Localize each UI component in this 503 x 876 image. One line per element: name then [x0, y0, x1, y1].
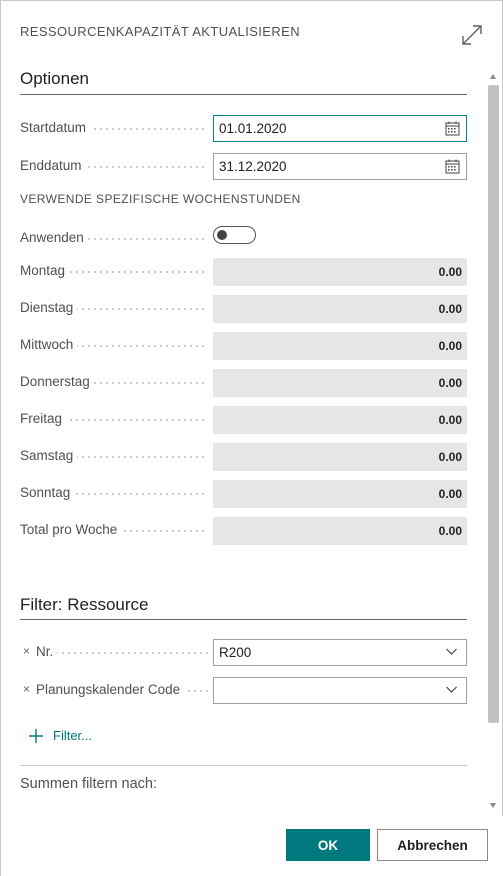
add-filter-label: Filter...: [53, 728, 93, 743]
weekday-row: Donnerstag 0.00: [20, 369, 467, 397]
weekday-hours-value: 0.00: [213, 406, 467, 434]
weekday-label: Dienstag: [20, 300, 78, 315]
weekday-label: Freitag: [20, 411, 67, 426]
scrollbar-thumb[interactable]: [488, 85, 499, 723]
apply-toggle[interactable]: [213, 226, 256, 244]
weekday-row: Freitag 0.00: [20, 406, 467, 434]
end-date-value: 31.12.2020: [219, 159, 287, 174]
end-date-label: Enddatum: [20, 158, 86, 173]
weekday-label: Montag: [20, 263, 70, 278]
weekday-label: Mittwoch: [20, 337, 78, 352]
options-heading[interactable]: Optionen: [20, 69, 89, 89]
weekday-hours-value: 0.00: [213, 332, 467, 360]
weekday-label: Samstag: [20, 448, 78, 463]
weekday-hours-value: 0.00: [213, 369, 467, 397]
start-date-label: Startdatum: [20, 120, 91, 135]
apply-row: Anwenden: [20, 225, 467, 251]
weekday-row: Sonntag 0.00: [20, 480, 467, 508]
weekday-hours-value: 0.00: [213, 443, 467, 471]
weekday-label: Sonntag: [20, 485, 75, 500]
apply-label: Anwenden: [20, 230, 88, 245]
weekday-hours-value: 0.00: [213, 295, 467, 323]
totals-filter-label[interactable]: Summen filtern nach:: [20, 776, 157, 792]
filter-divider: [20, 619, 467, 620]
cancel-button[interactable]: Abbrechen: [377, 829, 488, 861]
filter-value-nr: R200: [219, 645, 252, 660]
options-divider: [20, 94, 467, 95]
scroll-up-arrow[interactable]: [490, 74, 496, 79]
weekday-row: Montag 0.00: [20, 258, 467, 286]
weekday-row: Mittwoch 0.00: [20, 332, 467, 360]
filter-input-calendar-code[interactable]: [213, 677, 467, 704]
weekday-hours-value: 0.00: [213, 517, 467, 545]
calendar-icon[interactable]: [445, 121, 460, 136]
ok-button[interactable]: OK: [286, 829, 370, 861]
end-date-input[interactable]: 31.12.2020: [213, 153, 467, 180]
weekly-hours-subheading: VERWENDE SPEZIFISCHE WOCHENSTUNDEN: [20, 192, 301, 206]
toggle-knob: [217, 230, 227, 240]
dialog-footer: OK Abbrechen: [1, 816, 503, 876]
scroll-down-arrow[interactable]: [490, 803, 496, 808]
start-date-input[interactable]: 01.01.2020: [213, 115, 467, 142]
dialog-title: RESSOURCENKAPAZITÄT AKTUALISIEREN: [20, 24, 301, 39]
start-date-value: 01.01.2020: [219, 121, 287, 136]
plus-icon: [29, 729, 43, 743]
vertical-scrollbar[interactable]: [485, 69, 503, 814]
start-date-row: Startdatum 01.01.2020: [20, 115, 467, 142]
leader-dots: [36, 652, 208, 654]
filter-label-nr: Nr.: [36, 644, 58, 659]
dialog-content[interactable]: Optionen Startdatum 01.01.2020 Enddatum …: [1, 61, 485, 816]
chevron-down-icon[interactable]: [446, 647, 457, 656]
filter-row-calendar-code: × Planungskalender Code: [20, 677, 467, 704]
filter-heading[interactable]: Filter: Ressource: [20, 595, 148, 615]
remove-filter-icon[interactable]: ×: [23, 682, 30, 696]
filter-row-nr: × Nr. R200: [20, 639, 467, 666]
weekday-row: Samstag 0.00: [20, 443, 467, 471]
end-date-row: Enddatum 31.12.2020: [20, 153, 467, 180]
weekday-row: Total pro Woche 0.00: [20, 517, 467, 545]
update-capacity-dialog: RESSOURCENKAPAZITÄT AKTUALISIEREN Option…: [0, 0, 503, 876]
calendar-icon[interactable]: [445, 159, 460, 174]
weekday-label: Donnerstag: [20, 374, 94, 389]
weekday-hours-value: 0.00: [213, 258, 467, 286]
weekday-row: Dienstag 0.00: [20, 295, 467, 323]
filter-input-nr[interactable]: R200: [213, 639, 467, 666]
expand-icon[interactable]: [460, 23, 484, 47]
weekday-hours-value: 0.00: [213, 480, 467, 508]
chevron-down-icon[interactable]: [446, 685, 457, 694]
filter-label-calendar-code: Planungskalender Code: [36, 682, 185, 697]
weekday-label: Total pro Woche: [20, 522, 122, 537]
remove-filter-icon[interactable]: ×: [23, 644, 30, 658]
totals-divider: [20, 765, 467, 766]
